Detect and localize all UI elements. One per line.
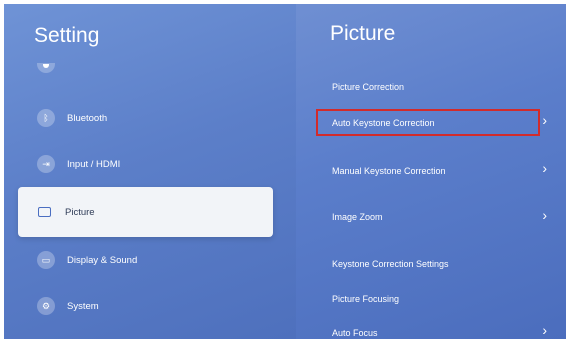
menu-item-display-sound[interactable]: ▭ Display & Sound bbox=[37, 249, 137, 271]
system-icon: ⚙ bbox=[37, 297, 55, 315]
menu-item-input-hdmi[interactable]: ⇥ Input / HDMI bbox=[37, 153, 120, 175]
chevron-right-icon: › bbox=[542, 207, 547, 223]
manual-keystone-correction-item[interactable]: Manual Keystone Correction bbox=[332, 166, 446, 176]
auto-keystone-correction-item[interactable]: Auto Keystone Correction bbox=[332, 118, 435, 128]
input-icon: ⇥ bbox=[37, 155, 55, 173]
menu-item-bluetooth[interactable]: ᛒ Bluetooth bbox=[37, 107, 107, 129]
menu-item-label: System bbox=[67, 300, 99, 312]
picture-focusing-item[interactable]: Picture Focusing bbox=[332, 294, 399, 304]
picture-correction-item[interactable]: Picture Correction bbox=[332, 82, 404, 92]
bluetooth-icon: ᛒ bbox=[37, 109, 55, 127]
display-icon: ▭ bbox=[37, 251, 55, 269]
menu-item-label: Picture bbox=[65, 206, 95, 218]
chevron-right-icon: › bbox=[542, 322, 547, 338]
auto-focus-item[interactable]: Auto Focus bbox=[332, 328, 378, 338]
menu-item-system[interactable]: ⚙ System bbox=[37, 295, 99, 317]
settings-title: Setting bbox=[34, 24, 100, 47]
keystone-correction-settings-item[interactable]: Keystone Correction Settings bbox=[332, 259, 449, 269]
menu-item-label: Bluetooth bbox=[67, 112, 108, 124]
menu-item-picture[interactable]: Picture bbox=[18, 187, 273, 237]
chevron-right-icon: › bbox=[542, 112, 547, 128]
menu-item-label: Input / HDMI bbox=[67, 158, 121, 170]
chevron-right-icon: › bbox=[542, 160, 547, 176]
image-zoom-item[interactable]: Image Zoom bbox=[332, 212, 383, 222]
picture-icon bbox=[38, 207, 51, 217]
menu-item-label: Display & Sound bbox=[67, 254, 138, 266]
picture-title: Picture bbox=[330, 22, 396, 45]
